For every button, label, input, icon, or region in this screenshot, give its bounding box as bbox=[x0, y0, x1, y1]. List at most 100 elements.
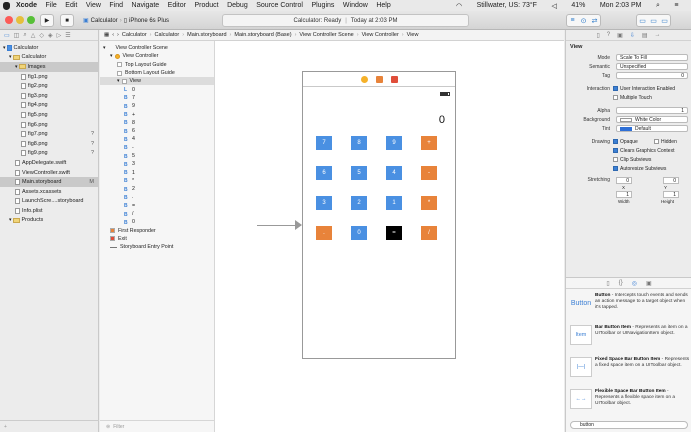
menu-editor[interactable]: Editor bbox=[168, 2, 186, 9]
calculator-key[interactable]: 3 bbox=[316, 196, 332, 210]
first-responder-icon[interactable] bbox=[375, 75, 383, 83]
calculator-key[interactable]: - bbox=[421, 166, 437, 180]
file-inspector-icon[interactable]: ▯ bbox=[596, 32, 599, 39]
stretch-x-field[interactable]: 0 bbox=[616, 177, 632, 184]
menu-help[interactable]: Help bbox=[376, 2, 390, 9]
file-row[interactable]: ▾ Calculator bbox=[0, 43, 98, 53]
library-search-input[interactable]: button bbox=[570, 421, 688, 429]
outline-row[interactable]: Bottom Layout Guide bbox=[100, 69, 214, 77]
breakpoint-icon[interactable]: ▷ bbox=[57, 32, 62, 39]
help-icon[interactable]: ? bbox=[607, 32, 610, 38]
device-name[interactable]: iPhone 6s Plus bbox=[129, 18, 169, 24]
folder-row[interactable]: ▾ Calculator bbox=[0, 53, 98, 63]
disclosure-triangle-icon[interactable]: ▾ bbox=[3, 45, 6, 51]
menu-app-xcode[interactable]: Xcode bbox=[16, 2, 37, 9]
calculator-key[interactable]: 0 bbox=[351, 226, 367, 240]
outline-row[interactable]: L0 bbox=[100, 85, 214, 94]
file-row[interactable]: fig4.png bbox=[0, 101, 98, 111]
calculator-key[interactable]: * bbox=[421, 196, 437, 210]
toggle-navigator-icon[interactable]: ▭ bbox=[637, 15, 648, 26]
attributes-inspector-icon[interactable]: ⇩ bbox=[630, 32, 635, 39]
add-icon[interactable]: + bbox=[4, 424, 7, 430]
mode-dropdown[interactable]: Scale To Fill bbox=[616, 54, 688, 61]
outline-row[interactable]: B7 bbox=[100, 94, 214, 102]
file-row[interactable]: LaunchScre....storyboard bbox=[0, 197, 98, 207]
calculator-key[interactable]: 8 bbox=[351, 136, 367, 150]
clears-context-checkbox[interactable] bbox=[613, 148, 618, 153]
calculator-key[interactable]: 9 bbox=[386, 136, 402, 150]
calculator-key[interactable]: + bbox=[421, 136, 437, 150]
hidden-checkbox[interactable] bbox=[654, 139, 659, 144]
clock[interactable]: Mon 2:03 PM bbox=[600, 2, 642, 9]
stretch-height-field[interactable]: 1 bbox=[663, 191, 679, 198]
menu-window[interactable]: Window bbox=[343, 2, 368, 9]
view-controller-icon[interactable] bbox=[360, 75, 368, 83]
file-row[interactable]: fig3.png bbox=[0, 91, 98, 101]
folder-row[interactable]: ▾ Products bbox=[0, 216, 98, 226]
stop-button[interactable]: ■ bbox=[60, 14, 74, 27]
jump-item[interactable]: Calculator bbox=[155, 32, 180, 38]
forward-icon[interactable]: › bbox=[117, 32, 119, 38]
tag-field[interactable]: 0 bbox=[616, 72, 688, 79]
stretch-width-field[interactable]: 1 bbox=[616, 191, 632, 198]
size-inspector-icon[interactable]: ▤ bbox=[642, 32, 648, 39]
standard-editor-icon[interactable]: ≡ bbox=[567, 15, 578, 26]
folder-icon[interactable]: ▭ bbox=[4, 32, 10, 39]
outline-row[interactable]: B2 bbox=[100, 185, 214, 193]
file-row[interactable]: fig7.png? bbox=[0, 129, 98, 139]
apple-logo-icon[interactable] bbox=[3, 1, 10, 10]
jump-item[interactable]: Main.storyboard bbox=[187, 32, 226, 38]
menu-file[interactable]: File bbox=[46, 2, 57, 9]
search-icon[interactable]: ⌕ bbox=[656, 2, 660, 10]
calculator-key[interactable]: . bbox=[316, 226, 332, 240]
toggle-utilities-icon[interactable]: ▭ bbox=[659, 15, 670, 26]
outline-row[interactable]: Top Layout Guide bbox=[100, 61, 214, 69]
menu-view[interactable]: View bbox=[86, 2, 101, 9]
jump-item[interactable]: View Controller bbox=[362, 32, 399, 38]
file-row[interactable]: Assets.xcassets bbox=[0, 187, 98, 197]
background-color-dropdown[interactable]: White Color bbox=[616, 116, 688, 123]
outline-row[interactable]: Storyboard Entry Point bbox=[100, 243, 214, 251]
library-item-fixed-space[interactable]: |—| Fixed Space Bar Button Item - Repres… bbox=[570, 357, 690, 384]
close-window-button[interactable] bbox=[5, 16, 13, 24]
folder-row[interactable]: ▾ Images bbox=[0, 62, 98, 72]
disclosure-triangle-icon[interactable]: ▾ bbox=[110, 53, 113, 59]
alpha-field[interactable]: 1 bbox=[616, 107, 688, 114]
file-row[interactable]: fig9.png? bbox=[0, 149, 98, 159]
menu-source-control[interactable]: Source Control bbox=[256, 2, 303, 9]
minimize-window-button[interactable] bbox=[16, 16, 24, 24]
outline-row[interactable]: B6 bbox=[100, 127, 214, 135]
symbol-icon[interactable]: ◫ bbox=[14, 32, 20, 39]
calculator-key[interactable]: 4 bbox=[386, 166, 402, 180]
outline-row[interactable]: First Responder bbox=[100, 227, 214, 235]
file-row[interactable]: fig8.png? bbox=[0, 139, 98, 149]
connections-inspector-icon[interactable]: → bbox=[655, 32, 661, 38]
sound-icon[interactable]: ◁ bbox=[551, 2, 556, 10]
jump-item[interactable]: View bbox=[407, 32, 419, 38]
assistant-editor-icon[interactable]: ⊙ bbox=[578, 15, 589, 26]
scheme-name[interactable]: Calculator bbox=[91, 18, 118, 24]
wifi-icon[interactable]: ◠ bbox=[456, 2, 462, 10]
jump-item[interactable]: Main.storyboard (Base) bbox=[234, 32, 291, 38]
outline-row[interactable]: B4 bbox=[100, 135, 214, 143]
battery-status[interactable]: 41% bbox=[571, 2, 585, 9]
calculator-key[interactable]: / bbox=[421, 226, 437, 240]
menu-product[interactable]: Product bbox=[194, 2, 218, 9]
file-row[interactable]: AppDelegate.swift bbox=[0, 158, 98, 168]
disclosure-triangle-icon[interactable]: ▾ bbox=[9, 54, 12, 60]
code-snippet-icon[interactable]: {} bbox=[619, 280, 623, 286]
report-icon[interactable]: ☰ bbox=[65, 32, 70, 39]
opaque-checkbox[interactable] bbox=[613, 139, 618, 144]
library-item-flexible-space[interactable]: ←→ Flexible Space Bar Button Item - Repr… bbox=[570, 389, 690, 416]
disclosure-triangle-icon[interactable]: ▾ bbox=[9, 217, 12, 223]
file-row[interactable]: fig1.png bbox=[0, 72, 98, 82]
identity-inspector-icon[interactable]: ▣ bbox=[617, 32, 623, 39]
calculator-key[interactable]: 6 bbox=[316, 166, 332, 180]
related-items-icon[interactable]: ▦ bbox=[104, 32, 109, 38]
disclosure-triangle-icon[interactable]: ▾ bbox=[117, 78, 120, 84]
autoresize-checkbox[interactable] bbox=[613, 166, 618, 171]
multiple-touch-checkbox[interactable] bbox=[613, 95, 618, 100]
semantic-dropdown[interactable]: Unspecified bbox=[616, 63, 688, 70]
user-interaction-checkbox[interactable] bbox=[613, 86, 618, 91]
disclosure-triangle-icon[interactable]: ▾ bbox=[15, 64, 18, 70]
